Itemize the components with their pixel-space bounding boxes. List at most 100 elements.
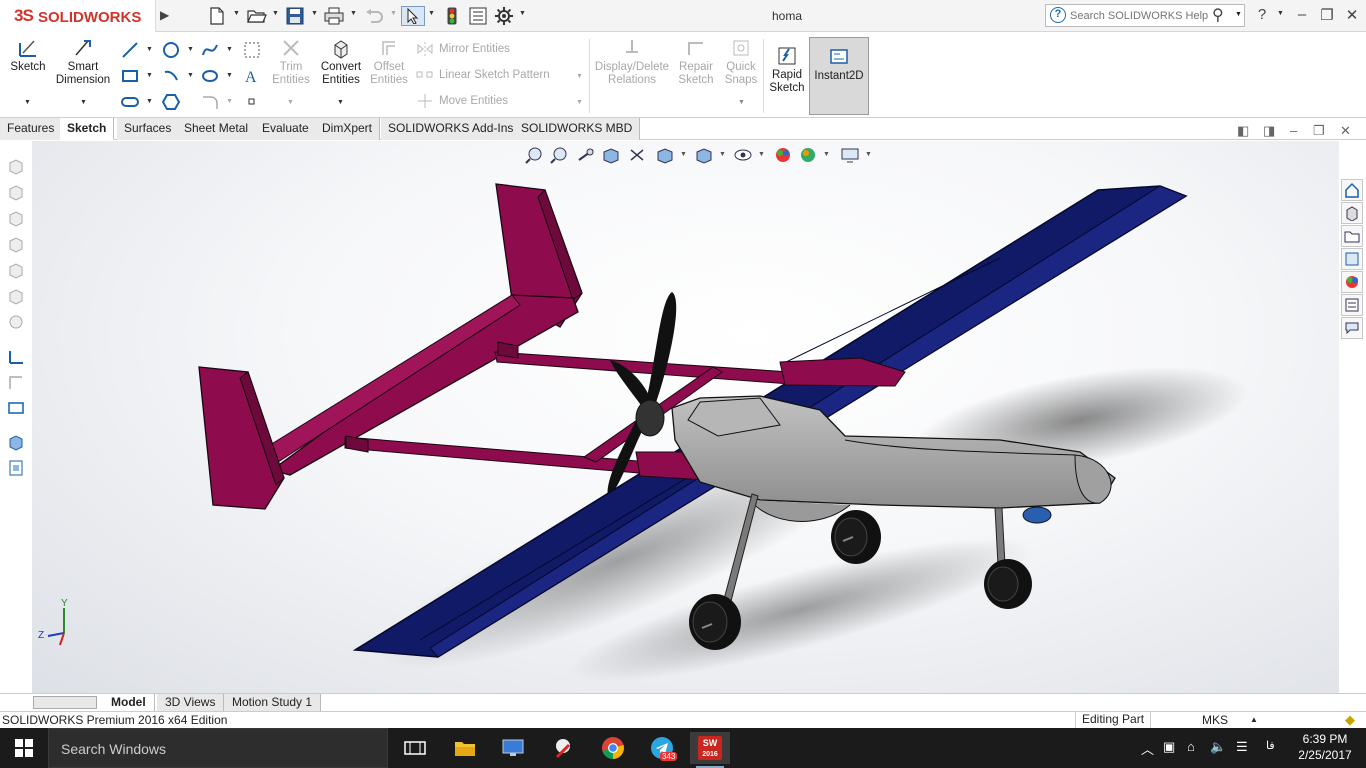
move-entities-button[interactable]: Move Entities <box>416 94 508 108</box>
dimxpert-manager-icon[interactable] <box>7 235 25 253</box>
point-tool-icon[interactable] <box>242 92 262 112</box>
tab-3d-views[interactable]: 3D Views <box>157 694 225 711</box>
design-library-icon[interactable] <box>1341 202 1363 224</box>
windows-start-icon[interactable] <box>0 728 48 768</box>
action-center-icon[interactable]: ☰ <box>1236 739 1248 755</box>
chrome-taskbar-icon[interactable] <box>593 732 633 764</box>
units-up-icon[interactable]: ▲ <box>1250 715 1258 724</box>
custom-properties-icon[interactable] <box>1341 294 1363 316</box>
save-icon[interactable] <box>283 6 307 26</box>
solidworks-taskbar-icon[interactable]: SW 2016 <box>690 732 730 768</box>
tab-motion-study-1[interactable]: Motion Study 1 <box>224 694 322 711</box>
search-icon[interactable]: ⚲ <box>1212 5 1224 25</box>
part-icon[interactable] <box>7 433 25 451</box>
line-dropdown-icon[interactable]: ▼ <box>146 46 153 53</box>
section-view-icon[interactable] <box>601 146 621 164</box>
rebuild-tag-icon[interactable]: ◆ <box>1345 712 1355 728</box>
appearances-scenes-icon[interactable] <box>1341 271 1363 293</box>
minimize-icon[interactable]: – <box>1291 6 1313 23</box>
linear-sketch-pattern-button[interactable]: Linear Sketch Pattern <box>416 68 550 82</box>
file-properties-icon[interactable] <box>466 6 490 26</box>
menu-expand-icon[interactable]: ▶ <box>160 8 170 24</box>
unit-system[interactable]: MKS <box>1202 713 1228 727</box>
display-style-icon[interactable] <box>694 146 714 164</box>
tab-sheet-metal[interactable]: Sheet Metal <box>177 118 257 140</box>
viewport-minimize-icon[interactable]: – <box>1290 123 1297 138</box>
zoom-area-icon[interactable] <box>550 146 570 164</box>
view-palette-icon[interactable] <box>1341 248 1363 270</box>
tab-scroll-arrows[interactable] <box>33 696 97 709</box>
fillet-dropdown-icon[interactable]: ▼ <box>226 98 233 105</box>
select-dropdown-icon[interactable]: ▼ <box>428 10 435 17</box>
rapid-sketch-button[interactable]: Rapid Sketch <box>767 45 807 95</box>
windows-search-box[interactable]: Search Windows <box>48 728 388 768</box>
solidworks-resources-icon[interactable] <box>1341 179 1363 201</box>
circle-dropdown-icon[interactable]: ▼ <box>187 46 194 53</box>
undo-icon[interactable] <box>362 6 386 26</box>
tab-model[interactable]: Model <box>103 694 155 711</box>
sketch-mode-icon[interactable] <box>7 347 25 365</box>
quick-snaps-button[interactable]: Quick Snaps <box>722 37 760 87</box>
display-manager-icon[interactable] <box>7 261 25 279</box>
display-style-dropdown-icon[interactable]: ▼ <box>719 151 726 158</box>
mirror-entities-button[interactable]: Mirror Entities <box>416 42 510 56</box>
cleaner-app-taskbar-icon[interactable] <box>543 732 583 764</box>
airplane-model[interactable]: Y Z <box>32 141 1339 693</box>
panel-left-icon[interactable]: ◧ <box>1237 123 1249 139</box>
taskbar-app-tray-icon[interactable]: ▣ <box>1163 739 1175 755</box>
help-dropdown-icon[interactable]: ▼ <box>1277 10 1284 17</box>
new-document-icon[interactable] <box>205 6 229 26</box>
viewport-close-icon[interactable]: ✕ <box>1340 123 1351 139</box>
pattern-dropdown-icon[interactable]: ▼ <box>576 73 583 80</box>
viewport-restore-icon[interactable]: ❐ <box>1313 123 1325 139</box>
feature-tree-icon[interactable] <box>7 157 25 175</box>
spline-tool-icon[interactable] <box>200 40 220 60</box>
solidworks-logo[interactable]: 3S SOLIDWORKS <box>0 0 156 32</box>
remote-desktop-taskbar-icon[interactable] <box>493 732 533 764</box>
quick-snaps-dropdown-icon[interactable]: ▼ <box>738 99 745 106</box>
sketch-plane-icon[interactable] <box>7 373 25 391</box>
tab-solidworks-mbd[interactable]: SOLIDWORKS MBD <box>514 118 641 140</box>
system-clock[interactable]: 6:39 PM 2/25/2017 <box>1292 731 1358 763</box>
input-language[interactable]: ﻓﺎ <box>1266 739 1275 752</box>
view-orientation-icon[interactable] <box>655 146 675 164</box>
hide-show-dropdown-icon[interactable]: ▼ <box>758 151 765 158</box>
open-folder-icon[interactable] <box>245 6 269 26</box>
instant2d-side-icon[interactable] <box>7 399 25 417</box>
move-dropdown-icon[interactable]: ▼ <box>576 99 583 106</box>
print-icon[interactable] <box>322 6 346 26</box>
circle-tool-icon[interactable] <box>161 40 181 60</box>
panel-right-icon[interactable]: ◨ <box>1263 123 1275 139</box>
tab-evaluate[interactable]: Evaluate <box>255 118 317 140</box>
forum-icon[interactable] <box>1341 317 1363 339</box>
offset-entities-button[interactable]: Offset Entities <box>368 37 410 87</box>
hide-show-items-icon[interactable] <box>733 146 753 164</box>
close-icon[interactable]: ✕ <box>1341 6 1363 24</box>
options-gear-icon[interactable] <box>492 6 516 26</box>
slot-dropdown-icon[interactable]: ▼ <box>146 98 153 105</box>
help-search-box[interactable]: ? ⚲ ▼ <box>1045 4 1245 27</box>
appearance-icon[interactable] <box>7 313 25 331</box>
apply-scene-dropdown-icon[interactable]: ▼ <box>823 151 830 158</box>
tab-surfaces[interactable]: Surfaces <box>117 118 180 140</box>
construction-geometry-icon[interactable] <box>242 40 262 60</box>
graphics-area[interactable]: Y Z <box>32 141 1339 693</box>
volume-icon[interactable]: 🔈 <box>1210 739 1226 755</box>
smart-dimension-dropdown-icon[interactable]: ▼ <box>80 99 87 106</box>
help-menu-icon[interactable]: ? <box>1251 6 1273 23</box>
file-explorer-taskbar-icon[interactable] <box>445 732 485 764</box>
instant2d-button[interactable]: Instant2D <box>809 37 869 115</box>
help-search-input[interactable] <box>1070 8 1210 24</box>
rebuild-traffic-light-icon[interactable] <box>440 6 464 26</box>
polygon-tool-icon[interactable] <box>161 92 181 112</box>
drawing-icon[interactable] <box>7 459 25 477</box>
edit-appearance-icon[interactable] <box>773 146 793 164</box>
sketch-button[interactable]: Sketch <box>8 37 48 74</box>
convert-dropdown-icon[interactable]: ▼ <box>337 99 344 106</box>
new-dropdown-icon[interactable]: ▼ <box>233 10 240 17</box>
trim-entities-button[interactable]: Trim Entities <box>270 37 312 87</box>
previous-view-icon[interactable] <box>576 146 596 164</box>
arc-dropdown-icon[interactable]: ▼ <box>187 72 194 79</box>
configuration-manager-icon[interactable] <box>7 209 25 227</box>
tab-solidworks-addins[interactable]: SOLIDWORKS Add-Ins <box>381 118 522 140</box>
